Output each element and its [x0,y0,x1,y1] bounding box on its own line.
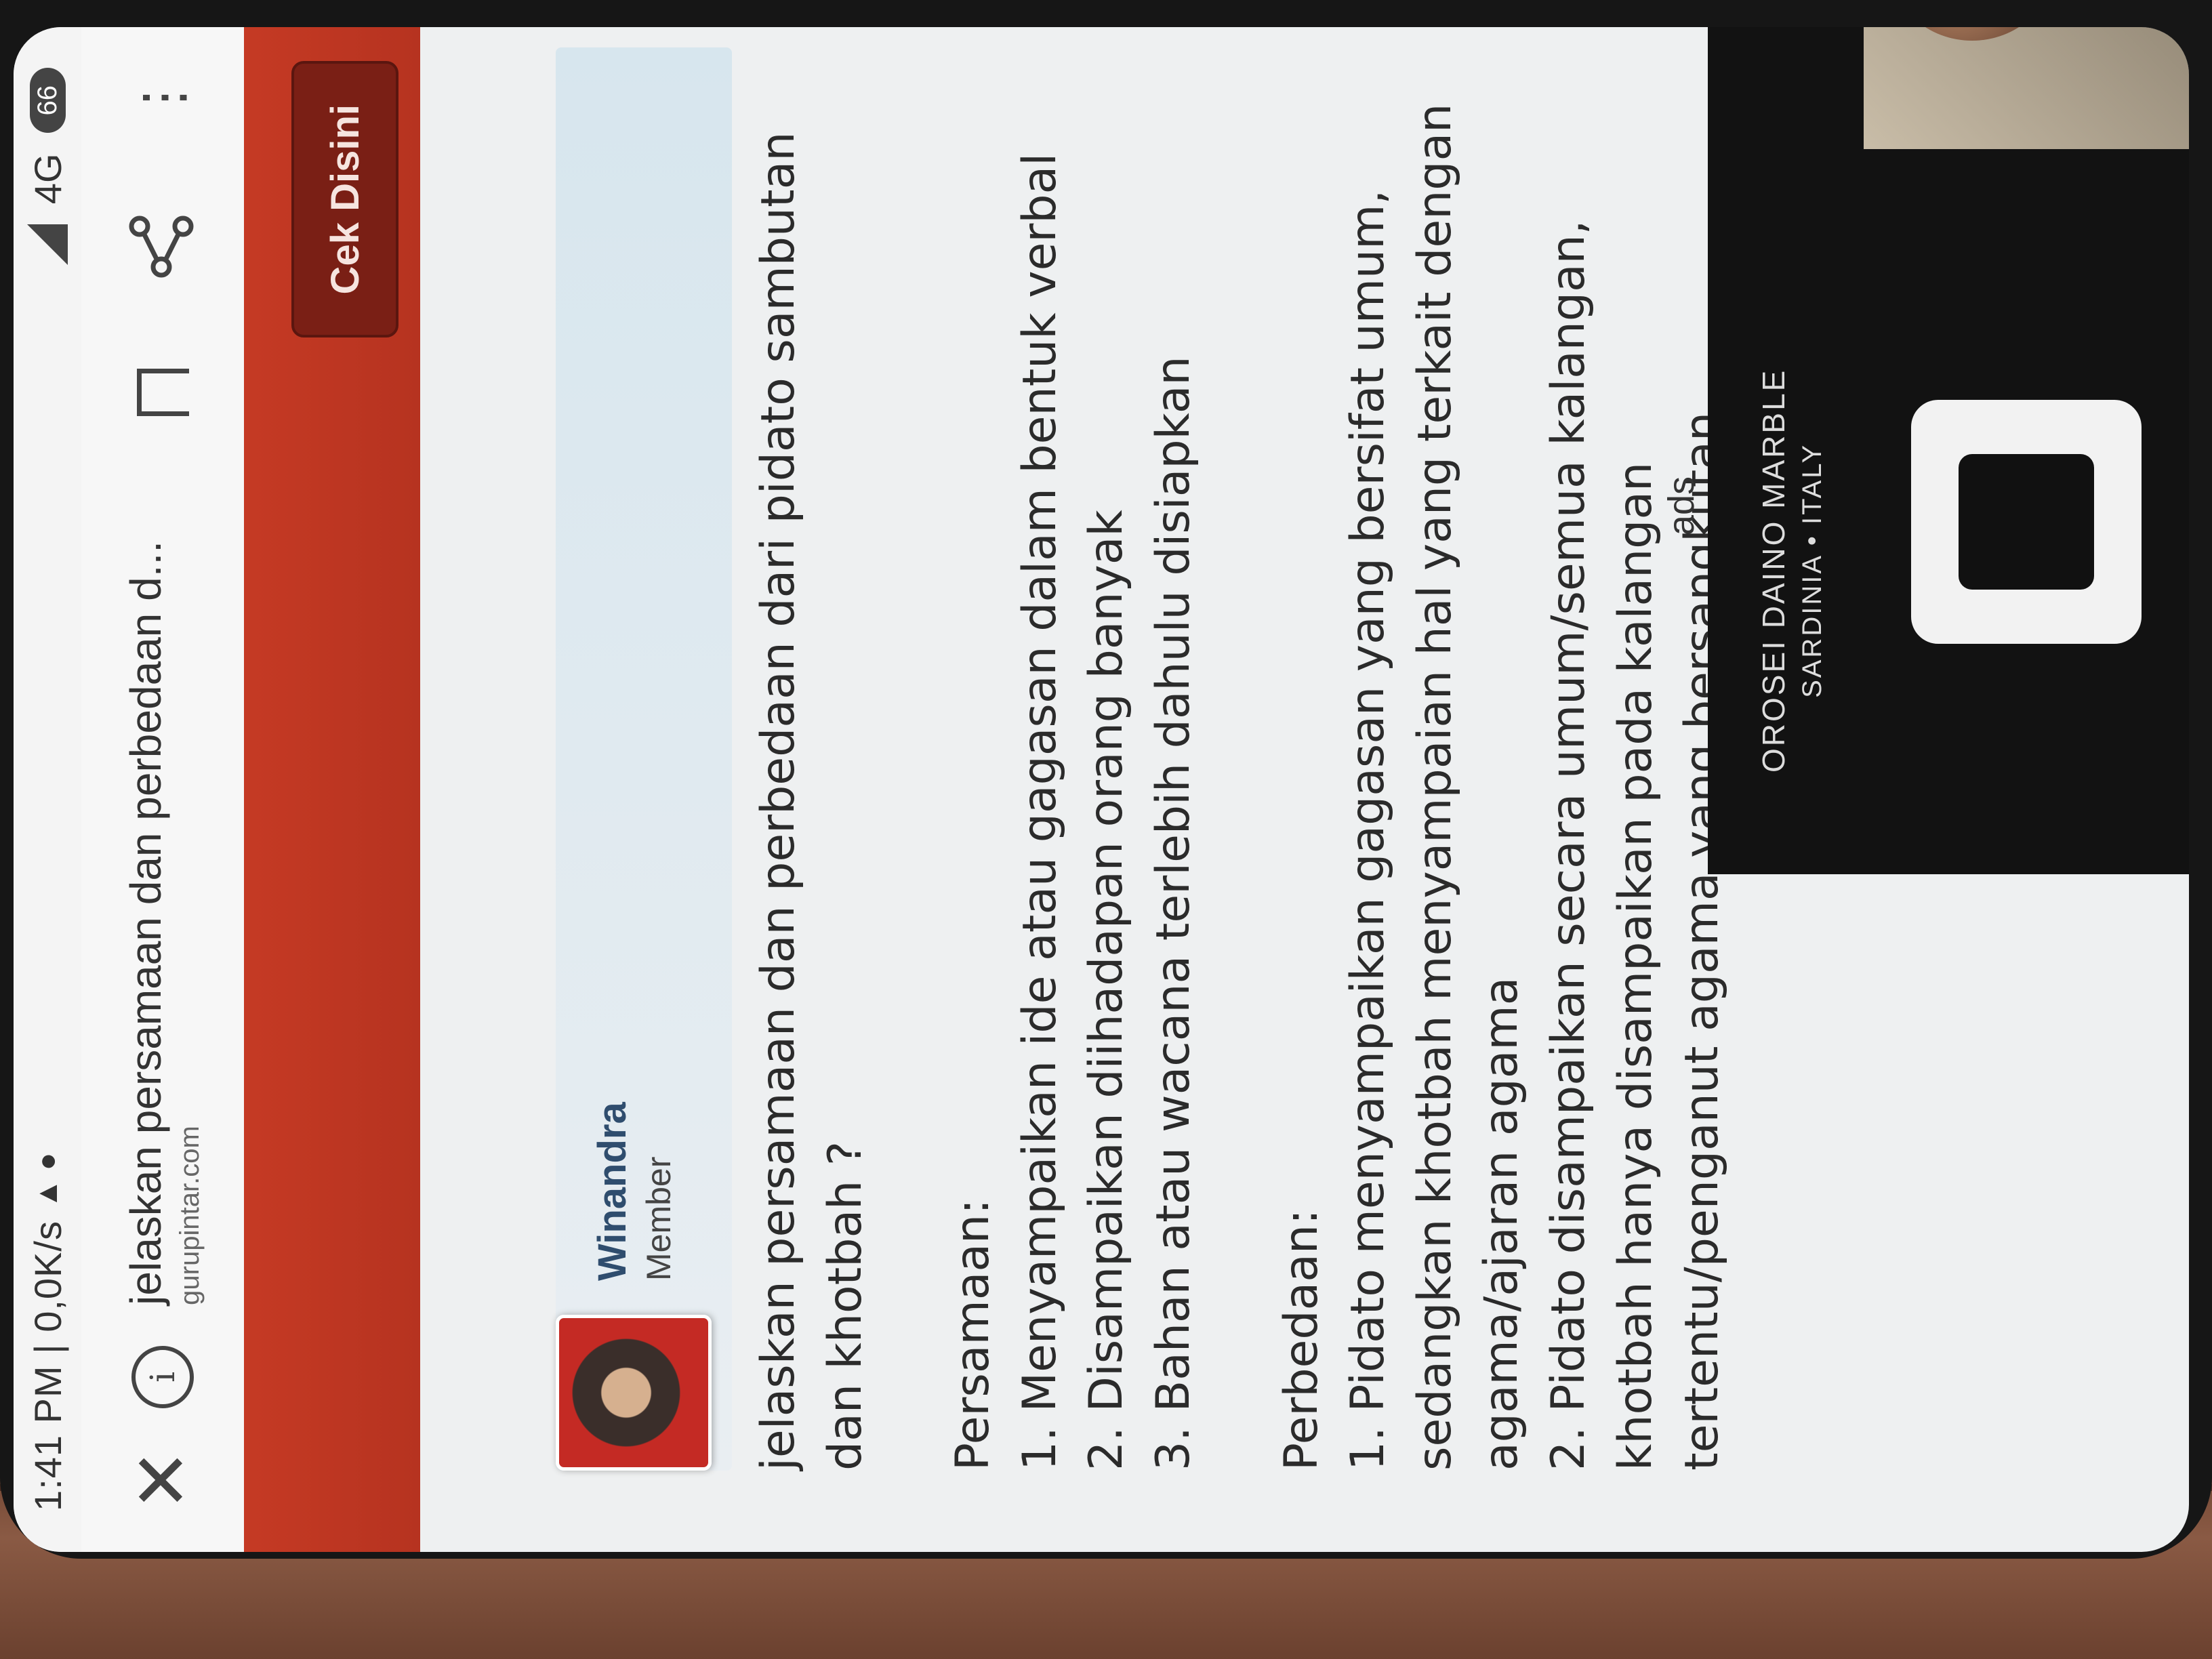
battery-level: 66 [29,68,66,134]
article-body: jelaskan persamaan dan perbedaan dari pi… [745,47,1736,1471]
similarities-heading: Persamaan: [946,1198,1000,1471]
similarity-item: 1. Menyampaikan ide atau gagasan dalam b… [1012,152,1067,1471]
url-actions: ⋮ [127,68,199,416]
author-info: Winandra Member [590,1102,678,1281]
avatar[interactable] [556,1315,712,1471]
author-role: Member [639,1156,678,1281]
status-time: 1:41 PM | 0,0K/s [26,1221,69,1511]
share-icon[interactable] [127,213,199,281]
difference-item: 2. Pidato disampaikan secara umum/semua … [1541,220,1729,1471]
info-icon[interactable]: i [131,1345,194,1408]
difference-item: 1. Pidato menyampaikan gagasan yang bers… [1341,103,1529,1471]
bookmark-icon[interactable] [136,369,189,416]
question-text: jelaskan persamaan dan perbedaan dari pi… [752,131,872,1471]
author-name[interactable]: Winandra [590,1102,635,1281]
brand-bar: Cek Disini [244,27,420,1552]
similarity-item: 2. Disampaikan diihadapan orang banyak [1080,510,1134,1471]
ad-photo-face [1891,27,2053,41]
ad-photo [1864,27,2189,149]
status-bar: 1:41 PM | 0,0K/s ▲ ● 4G 66 [14,27,81,1552]
notification-icons: ▲ ● [30,1152,64,1209]
ads-label: ads [1661,476,1702,535]
differences-heading: Perbedaan: [1274,1209,1328,1471]
network-type: 4G [26,153,69,205]
main-content: Winandra Member jelaskan persamaan dan p… [420,27,2189,1552]
similarity-item: 3. Bahan atau wacana terlebih dahulu dis… [1146,356,1200,1471]
advertisement[interactable]: i ⌄ OROSEI DAINO MARBLE SARDINIA • ITALY [1708,27,2189,874]
page-domain: gurupintar.com [174,1126,205,1305]
ad-brand-line2: SARDINIA • ITALY [1797,443,1827,698]
status-indicators: 4G 66 [26,68,70,266]
more-vertical-icon[interactable]: ⋮ [131,68,194,125]
close-icon[interactable]: ✕ [121,1449,204,1511]
page-title: jelaskan persamaan dan perbedaan d... [121,540,170,1305]
ad-brand: OROSEI DAINO MARBLE SARDINIA • ITALY [1755,369,1828,773]
ad-logo [1911,400,2142,644]
author: Winandra Member [556,1102,712,1471]
url-text[interactable]: jelaskan persamaan dan perbedaan d... gu… [121,541,205,1305]
phone-screen: 1:41 PM | 0,0K/s ▲ ● 4G 66 ✕ i jelaskan … [14,27,2189,1552]
ad-brand-line1: OROSEI DAINO MARBLE [1756,368,1791,773]
signal-icon [27,224,68,266]
url-bar: ✕ i jelaskan persamaan dan perbedaan d..… [81,27,244,1552]
ad-logo-mark [1959,454,2094,590]
cek-disini-button[interactable]: Cek Disini [291,61,398,338]
